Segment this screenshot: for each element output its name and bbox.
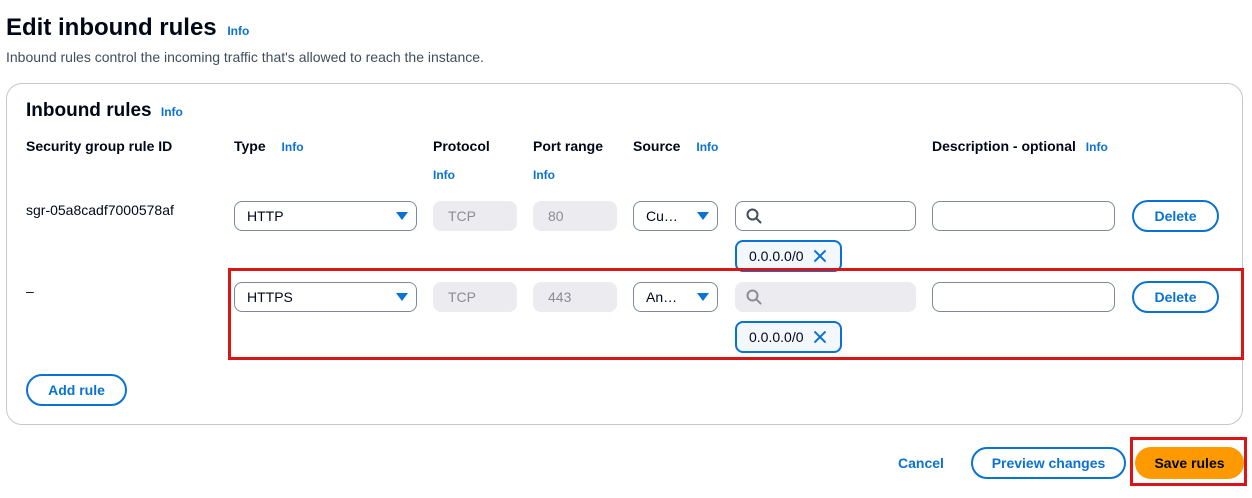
column-header-type: Type Info bbox=[234, 138, 304, 154]
column-header-port-range: Port range bbox=[533, 138, 604, 154]
page-title: Edit inbound rules Info bbox=[6, 14, 249, 42]
delete-rule-button[interactable]: Delete bbox=[1132, 281, 1219, 313]
caret-down-icon bbox=[396, 212, 408, 220]
column-header-description: Description - optional Info bbox=[932, 138, 1108, 154]
column-header-type-label: Type bbox=[234, 138, 266, 154]
close-icon[interactable] bbox=[812, 329, 828, 345]
description-info-link[interactable]: Info bbox=[1086, 140, 1108, 154]
caret-down-icon bbox=[697, 293, 709, 301]
source-info-link[interactable]: Info bbox=[696, 140, 718, 154]
search-icon bbox=[746, 208, 762, 224]
cidr-search-input[interactable] bbox=[735, 201, 916, 231]
column-header-rule-id: Security group rule ID bbox=[26, 138, 173, 154]
delete-rule-button[interactable]: Delete bbox=[1132, 200, 1219, 232]
page-description: Inbound rules control the incoming traff… bbox=[6, 49, 484, 65]
source-select[interactable]: Cu… bbox=[633, 201, 718, 231]
port-range-field: 80 bbox=[533, 201, 617, 231]
source-select[interactable]: An… bbox=[633, 282, 718, 312]
type-select-value: HTTPS bbox=[247, 289, 293, 305]
source-select-value: An… bbox=[646, 289, 678, 305]
protocol-info-link[interactable]: Info bbox=[433, 168, 455, 182]
cancel-button[interactable]: Cancel bbox=[898, 455, 944, 471]
description-input[interactable] bbox=[932, 282, 1115, 312]
cidr-search-input bbox=[735, 282, 916, 312]
column-header-source-label: Source bbox=[633, 138, 681, 154]
inbound-rules-panel bbox=[6, 83, 1243, 425]
page-title-info-link[interactable]: Info bbox=[227, 24, 249, 38]
preview-changes-button[interactable]: Preview changes bbox=[971, 447, 1126, 479]
column-header-source: Source Info bbox=[633, 138, 718, 154]
rule-id: sgr-05a8cadf7000578af bbox=[26, 202, 174, 218]
page-title-text: Edit inbound rules bbox=[6, 14, 217, 41]
type-select[interactable]: HTTP bbox=[234, 201, 417, 231]
type-select-value: HTTP bbox=[247, 208, 284, 224]
cidr-token-label: 0.0.0.0/0 bbox=[749, 329, 804, 345]
port-range-field: 443 bbox=[533, 282, 617, 312]
add-rule-button[interactable]: Add rule bbox=[26, 374, 127, 406]
protocol-field: TCP bbox=[433, 201, 517, 231]
save-rules-button[interactable]: Save rules bbox=[1135, 447, 1244, 479]
column-header-protocol: Protocol bbox=[433, 138, 490, 154]
type-select[interactable]: HTTPS bbox=[234, 282, 417, 312]
column-header-description-label: Description - optional bbox=[932, 138, 1076, 154]
description-input[interactable] bbox=[932, 201, 1115, 231]
protocol-field: TCP bbox=[433, 282, 517, 312]
rule-id: – bbox=[26, 283, 34, 299]
source-select-value: Cu… bbox=[646, 208, 678, 224]
panel-title-text: Inbound rules bbox=[26, 100, 152, 121]
panel-title-info-link[interactable]: Info bbox=[161, 105, 183, 119]
cidr-token-label: 0.0.0.0/0 bbox=[749, 248, 804, 264]
cidr-token: 0.0.0.0/0 bbox=[735, 321, 842, 353]
search-icon bbox=[746, 289, 762, 305]
close-icon[interactable] bbox=[812, 248, 828, 264]
port-range-info-link[interactable]: Info bbox=[533, 168, 555, 182]
type-info-link[interactable]: Info bbox=[282, 140, 304, 154]
caret-down-icon bbox=[697, 212, 709, 220]
panel-title: Inbound rules Info bbox=[26, 100, 183, 122]
caret-down-icon bbox=[396, 293, 408, 301]
